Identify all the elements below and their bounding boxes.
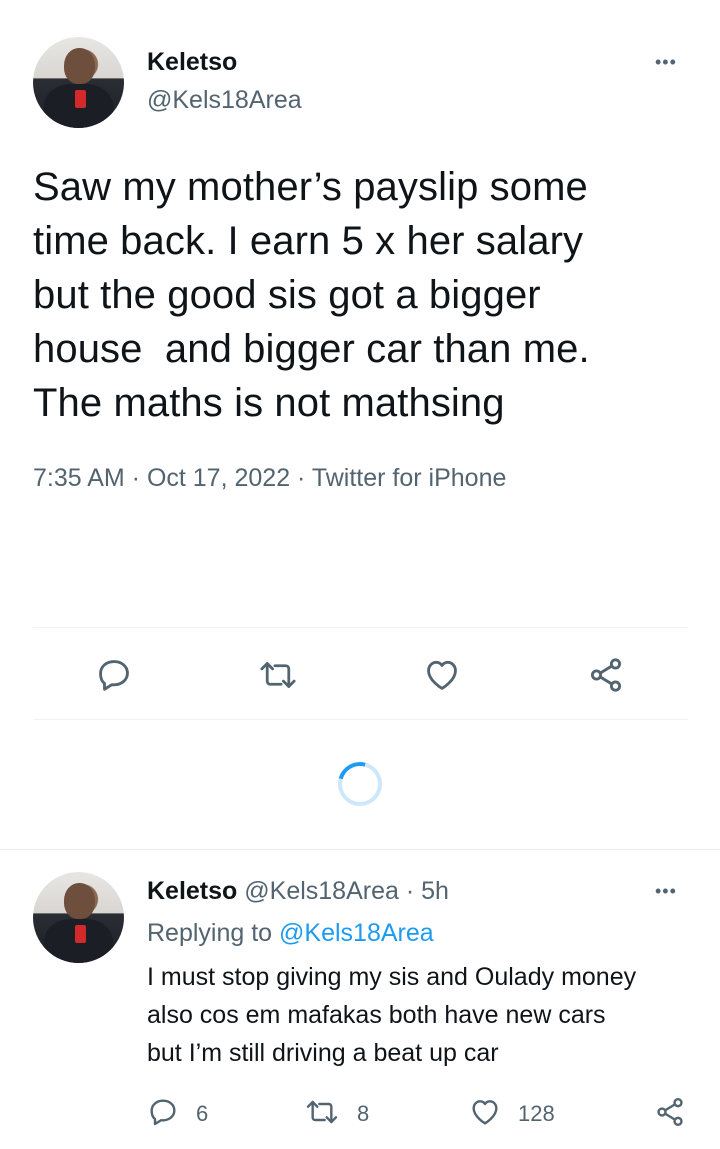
divider bbox=[33, 719, 688, 720]
reply-text-line: but I’m still driving a beat up car bbox=[147, 1039, 499, 1067]
tweet-text-line: time back. I earn 5 x her salary bbox=[33, 219, 584, 263]
reply-text: I must stop giving my sis and Oulady mon… bbox=[147, 958, 707, 1072]
more-options-icon[interactable]: ••• bbox=[655, 52, 677, 73]
divider bbox=[33, 627, 688, 628]
heart-icon[interactable] bbox=[469, 1096, 501, 1128]
like-count: 128 bbox=[518, 1101, 555, 1126]
tweet-text-line: house and bigger car than me. bbox=[33, 327, 590, 371]
replying-to-handle[interactable]: @Kels18Area bbox=[279, 919, 434, 947]
reply-icon[interactable] bbox=[95, 656, 133, 694]
retweet-count: 8 bbox=[357, 1101, 370, 1126]
retweet-icon[interactable] bbox=[304, 1096, 340, 1128]
loading-spinner bbox=[329, 753, 391, 815]
reply-header: Keletso @Kels18Area · 5h bbox=[147, 877, 449, 906]
replying-to: Replying to @Kels18Area bbox=[147, 919, 434, 948]
author-avatar[interactable] bbox=[33, 37, 124, 128]
share-icon[interactable] bbox=[587, 656, 625, 694]
tweet-timestamp-source[interactable]: 7:35 AM · Oct 17, 2022 · Twitter for iPh… bbox=[33, 464, 506, 493]
reply-author-handle[interactable]: @Kels18Area bbox=[244, 877, 399, 905]
more-options-icon[interactable]: ••• bbox=[655, 881, 677, 902]
author-handle[interactable]: @Kels18Area bbox=[147, 86, 302, 115]
reply-count: 6 bbox=[196, 1101, 209, 1126]
divider bbox=[0, 849, 720, 850]
tweet-text-line: but the good sis got a bigger bbox=[33, 273, 541, 317]
reply-icon[interactable] bbox=[147, 1096, 179, 1128]
heart-icon[interactable] bbox=[423, 656, 461, 694]
tweet-text-line: The maths is not mathsing bbox=[33, 381, 505, 425]
reply-text-line: I must stop giving my sis and Oulady mon… bbox=[147, 963, 637, 991]
separator-dot: · bbox=[405, 877, 415, 905]
replying-to-label: Replying to bbox=[147, 919, 273, 947]
retweet-icon[interactable] bbox=[258, 656, 298, 694]
reply-author-avatar[interactable] bbox=[33, 872, 124, 963]
tweet-text-line: Saw my mother’s payslip some bbox=[33, 165, 588, 209]
share-icon[interactable] bbox=[654, 1096, 686, 1128]
reply-age[interactable]: 5h bbox=[421, 877, 449, 905]
author-name[interactable]: Keletso bbox=[147, 48, 237, 77]
tweet-text: Saw my mother’s payslip some time back. … bbox=[33, 160, 703, 430]
reply-text-line: also cos em mafakas both have new cars bbox=[147, 1001, 606, 1029]
reply-author-name[interactable]: Keletso bbox=[147, 877, 237, 905]
